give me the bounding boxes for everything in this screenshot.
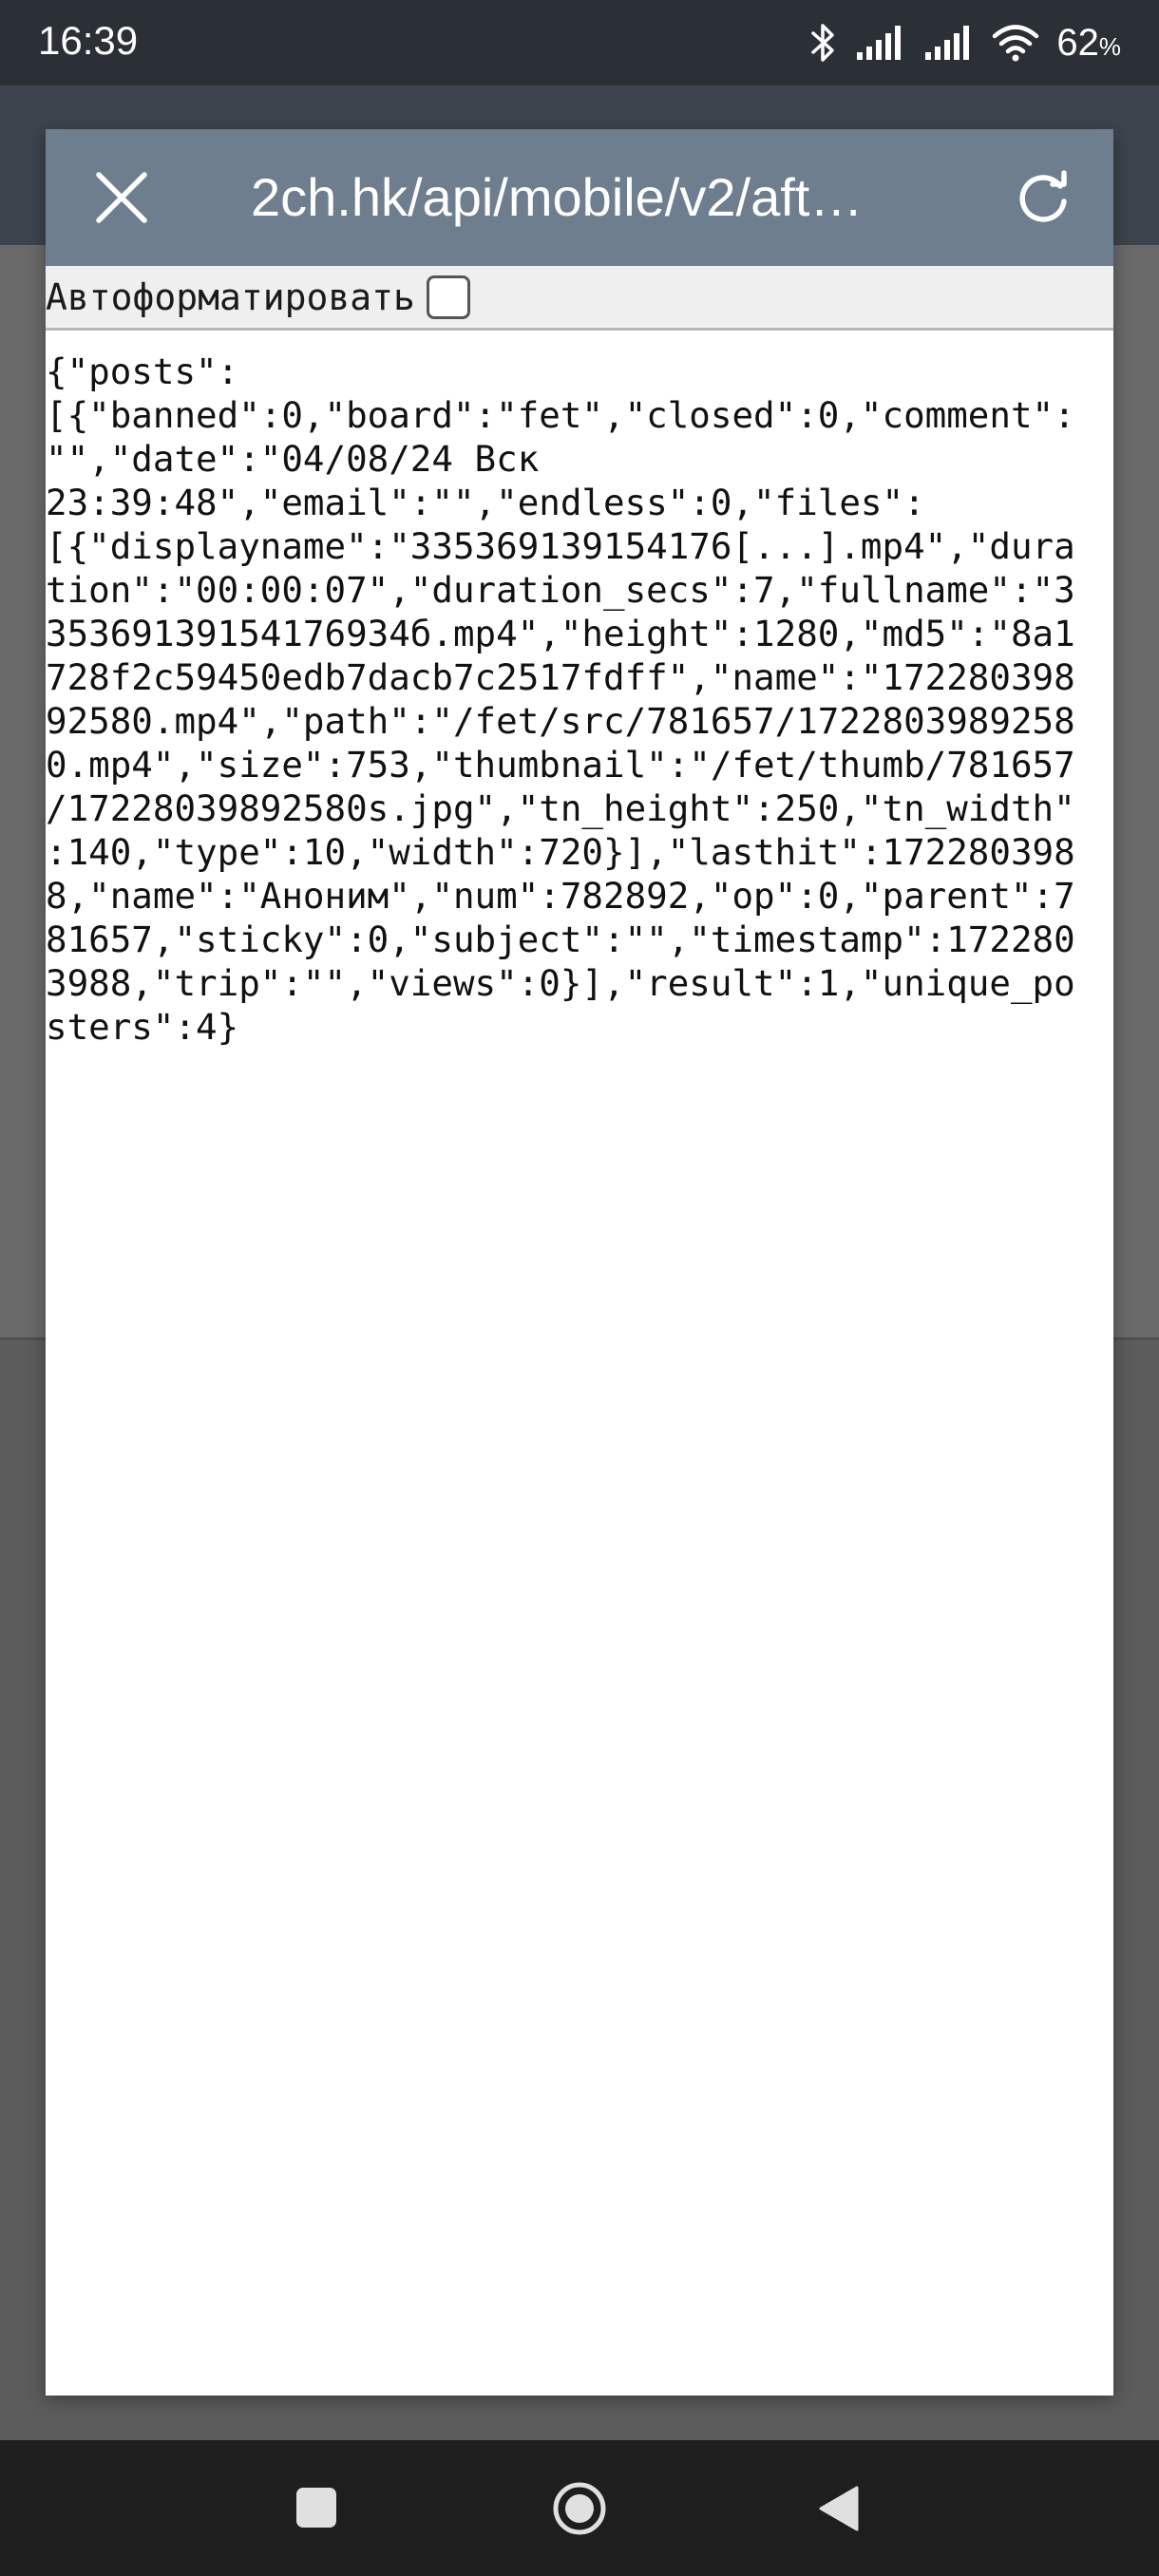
json-line: 0.mp4","size":753,"thumbnail":"/fet/thum…	[46, 744, 1075, 786]
json-line: {"posts":	[46, 350, 239, 392]
autoformat-label: Автоформатировать	[46, 275, 415, 318]
close-icon	[96, 172, 147, 223]
close-button[interactable]	[91, 167, 152, 228]
home-icon	[553, 2482, 606, 2535]
screen: 16:39 62% 2ch.hk/api/mobile/v2/aft… Авто…	[0, 0, 1159, 2576]
autoformat-row: Автоформатировать	[46, 266, 1113, 331]
json-line: [{"banned":0,"board":"fet","closed":0,"c…	[46, 394, 1075, 436]
square-icon	[296, 2488, 336, 2528]
json-line: tion":"00:00:07","duration_secs":7,"full…	[46, 569, 1075, 611]
json-line: [{"displayname":"335369139154176[...].mp…	[46, 525, 1075, 567]
json-viewer-dialog: 2ch.hk/api/mobile/v2/aft… Автоформатиров…	[46, 129, 1113, 2396]
status-time: 16:39	[38, 18, 139, 63]
refresh-button[interactable]	[1011, 165, 1075, 230]
back-icon	[819, 2486, 859, 2531]
back-button[interactable]	[817, 2486, 861, 2531]
dialog-header: 2ch.hk/api/mobile/v2/aft…	[46, 129, 1113, 266]
battery-level: 62%	[1056, 22, 1121, 64]
refresh-icon	[1019, 170, 1067, 222]
json-line: 35369139154176934б.mp4","height":1280,"m…	[46, 613, 1075, 654]
dialog-title: 2ch.hk/api/mobile/v2/aft…	[251, 167, 864, 227]
json-line: sters":4}	[46, 1006, 239, 1048]
autoformat-checkbox[interactable]	[426, 275, 470, 319]
json-text: {"posts": [{"banned":0,"board":"fet","clo…	[46, 350, 1113, 1049]
json-content[interactable]: {"posts": [{"banned":0,"board":"fet","clo…	[46, 350, 1113, 2373]
wifi-icon	[992, 24, 1039, 62]
json-line: 3988,"trip":"","views":0}],"result":1,"u…	[46, 962, 1075, 1004]
navigation-bar	[0, 2440, 1159, 2576]
json-line: :140,"type":10,"width":720}],"lasthit":1…	[46, 831, 1075, 873]
bluetooth-icon	[809, 22, 838, 64]
json-line: /17228039892580s.jpg","tn_height":250,"t…	[46, 787, 1075, 829]
json-line: 92580.mp4","path":"/fet/src/781657/17228…	[46, 700, 1075, 742]
json-line: "","date":"04/08/24 Вск	[46, 438, 540, 480]
home-button[interactable]	[551, 2480, 608, 2537]
signal-icon	[923, 24, 975, 62]
status-bar: 16:39 62%	[0, 0, 1159, 85]
status-icons: 62%	[809, 21, 1121, 65]
recents-button[interactable]	[294, 2486, 338, 2529]
json-line: 8,"name":"Аноним","num":782892,"op":0,"p…	[46, 875, 1075, 917]
signal-icon	[855, 24, 906, 62]
json-line: 23:39:48","email":"","endless":0,"files"…	[46, 482, 925, 523]
json-line: 81657,"sticky":0,"subject":"","timestamp…	[46, 919, 1075, 960]
json-line: 728f2c59450edb7dacb7c2517fdff","name":"1…	[46, 656, 1075, 698]
